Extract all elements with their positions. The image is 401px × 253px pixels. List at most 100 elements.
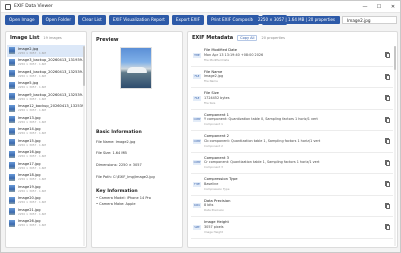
image-item-texts: Image14.jpg 2250 × 3057 · 1.6M — [18, 127, 46, 135]
preview-image — [120, 47, 152, 89]
image-thumbnail — [9, 127, 15, 135]
image-list-item[interactable]: Image15.jpg 2250 × 3057 · 1.6M — [7, 137, 85, 149]
image-list-item[interactable]: Image2.jpg 2250 × 3057 · 1.6M — [7, 45, 85, 57]
preview-title: Preview — [96, 37, 119, 43]
exif-row: COMP Component 3 Cr component: Quantizatio… — [191, 153, 393, 174]
image-item-texts: Image2.jpg 2250 × 3057 · 1.6M — [18, 47, 46, 55]
exif-row-texts: File Modified Date Mon Apr 13 13:19:40 +0… — [204, 48, 263, 62]
copy-icon[interactable] — [385, 202, 390, 209]
copy-icon[interactable] — [385, 159, 390, 166]
exif-header: EXIF Metadata Copy All 20 properties — [192, 35, 285, 41]
export-exif-button[interactable]: Export EXIF — [171, 15, 205, 25]
exif-row-texts: File Name Image2.jpg File Name — [204, 70, 223, 84]
exif-report-button[interactable]: EXIF Visualization Report — [108, 15, 169, 25]
minimize-button[interactable]: — — [358, 1, 372, 13]
exif-tag-badge: COMP — [193, 160, 201, 166]
image-list-item[interactable]: Image21.jpg 2250 × 3057 · 1.6M — [7, 206, 85, 218]
image-item-meta: 2250 × 3057 · 1.6M — [18, 223, 46, 228]
image-list-item[interactable]: Image5.jpg 2250 × 3057 · 1.6M — [7, 80, 85, 92]
image-item-meta: 2250 × 3057 · 1.6M — [18, 211, 46, 216]
image-thumbnail — [9, 93, 15, 101]
exif-scroll-track[interactable] — [394, 46, 396, 246]
image-list-item[interactable]: Image9_backup_20260413_132539.jpg 2250 × … — [7, 91, 85, 103]
exif-tag-badge: COMP — [193, 138, 201, 144]
exif-tag-badge: SIZE — [193, 224, 201, 230]
exif-row-texts: Data Precision 8 bits Data Precision — [204, 199, 230, 213]
copy-icon[interactable] — [385, 138, 390, 144]
image-list-item[interactable]: Image14.jpg 2250 × 3057 · 1.6M — [7, 126, 85, 138]
image-item-texts: Image5.jpg 2250 × 3057 · 1.6M — [18, 81, 46, 89]
preview-panel: Preview Basic Information File Name: Ima… — [91, 31, 183, 248]
image-status: 2250 × 3057 | 1.64 MB | 20 properties — [252, 15, 340, 24]
open-folder-button[interactable]: Open Folder — [41, 15, 76, 25]
image-item-meta: 2250 × 3057 · 1.6M — [18, 62, 46, 67]
open-image-button[interactable]: Open Image — [5, 15, 39, 25]
image-list-item[interactable]: Image20.jpg 2250 × 3057 · 1.6M — [7, 195, 85, 207]
image-item-texts: Image9_backup_20260413_132539.jpg 2250 × … — [18, 93, 85, 101]
exif-scrollbar[interactable] — [394, 46, 396, 70]
image-list-panel: Image List 19 images Image2.jpg 2250 × 30… — [5, 31, 87, 248]
maximize-button[interactable]: ☐ — [372, 1, 386, 13]
camera-model-info: • Camera Model: iPhone 14 Pro — [96, 196, 151, 200]
print-composite-button[interactable]: Print EXIF Composite — [207, 15, 259, 25]
image-item-texts: Image19.jpg 2250 × 3057 · 1.6M — [18, 185, 46, 193]
image-item-texts: Image15.jpg 2250 × 3057 · 1.6M — [18, 139, 46, 147]
copy-icon[interactable] — [385, 95, 390, 101]
exif-row-texts: Component 1Y component: Quantization tab… — [204, 113, 318, 127]
exif-tag-badge: FILE — [193, 95, 201, 101]
image-list-item[interactable]: Image16.jpg 2250 × 3057 · 1.6M — [7, 149, 85, 161]
exif-row: FILE File Name Image2.jpg File Name — [191, 67, 393, 88]
exif-tag-badge: TYPE — [193, 181, 201, 187]
image-item-texts: Image21.jpg 2250 × 3057 · 1.6M — [18, 208, 46, 216]
copy-all-button[interactable]: Copy All — [237, 35, 258, 41]
exif-property-label: File Name — [204, 79, 218, 84]
file-path-info: File Path: C:\EXIF_Img\Image2.jpg — [96, 175, 155, 179]
image-item-texts: Image4_backup_20260413_132539.jpg 2250 × … — [18, 70, 85, 78]
property-count: 20 properties — [261, 36, 285, 40]
image-item-texts: Image12_backup_20260413_132539.jpg 2250 ×… — [18, 104, 85, 112]
app-icon — [5, 3, 11, 10]
exif-property-label: Component 2 — [204, 143, 223, 148]
status-area: 2250 × 3057 | 1.64 MB | 20 properties Im… — [252, 14, 397, 25]
image-list-item[interactable]: Image4_backup_20260413_132539.jpg 2250 × … — [7, 68, 85, 80]
exif-row-texts: Compression Type Baseline Compression Type — [204, 177, 238, 191]
image-thumbnail — [9, 196, 15, 204]
copy-icon[interactable] — [385, 224, 390, 230]
copy-icon[interactable] — [385, 181, 390, 187]
image-list-item[interactable]: Image19.jpg 2250 × 3057 · 1.6M — [7, 183, 85, 195]
exif-property-label: Component 1 — [204, 122, 223, 127]
image-item-meta: 2250 × 3057 · 1.6M — [18, 177, 46, 182]
exif-property-label: Image Height — [204, 229, 223, 234]
image-list-item[interactable]: Image18.jpg 2250 × 3057 · 1.6M — [7, 172, 85, 184]
image-item-meta: 2250 × 3057 · 1.6M — [18, 96, 46, 101]
image-list-item[interactable]: Image26.jpg 2250 × 3057 · 1.6M — [7, 218, 85, 230]
image-thumbnail — [9, 47, 15, 55]
image-item-meta: 2250 × 3057 · 1.6M — [18, 165, 46, 170]
image-list-scrollbar[interactable] — [83, 46, 85, 86]
image-thumbnail — [9, 219, 15, 227]
copy-icon[interactable] — [385, 73, 390, 80]
copy-icon[interactable] — [385, 52, 390, 58]
exif-row: COMP Component 2 Cb component: Quantizatio… — [191, 131, 393, 153]
copy-icon[interactable] — [385, 116, 390, 123]
image-item-texts: Image26.jpg 2250 × 3057 · 1.6M — [18, 219, 46, 227]
current-file-field: Image2.jpg — [342, 15, 397, 24]
image-thumbnail — [9, 58, 15, 66]
clear-list-button[interactable]: Clear List — [78, 15, 106, 25]
image-list-item[interactable]: Image13.jpg 2250 × 3057 · 1.6M — [7, 114, 85, 126]
image-list-item[interactable]: Image17.jpg 2250 × 3057 · 1.6M — [7, 160, 85, 172]
exif-tag-badge: DATA — [193, 203, 201, 209]
image-list-item[interactable]: Image12_backup_20260413_132539.jpg 2250 ×… — [7, 103, 85, 115]
exif-row-texts: Component 2 Cb component: Quantization ta… — [204, 134, 320, 148]
image-list-item[interactable]: Image3_backup_20260413_131939.jpg 2250 × … — [7, 57, 85, 69]
exif-row-texts: File Size 1724452 bytes File Size — [204, 91, 230, 105]
window-controls: — ☐ ✕ — [358, 1, 400, 13]
image-item-meta: 2250 × 3057 · 1.6M — [18, 73, 46, 78]
image-item-texts: Image13.jpg 2250 × 3057 · 1.6M — [18, 116, 46, 124]
image-item-meta: 2250 × 3057 · 1.6M — [18, 50, 46, 55]
image-thumbnail — [9, 173, 15, 181]
exif-row: TYPE Compression Type Baseline Compression … — [191, 174, 393, 196]
key-info-title: Key Information — [96, 189, 138, 194]
exif-title: EXIF Metadata — [192, 35, 234, 41]
close-button[interactable]: ✕ — [386, 1, 400, 13]
